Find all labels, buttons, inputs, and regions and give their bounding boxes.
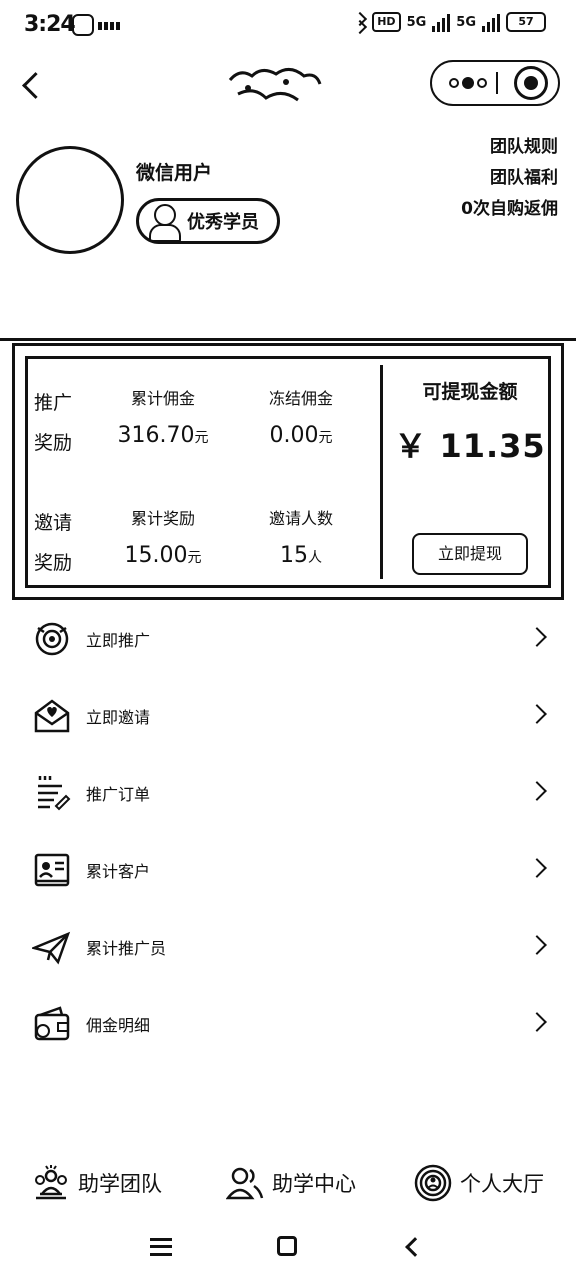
menu-item-label: 推广订单 xyxy=(86,785,151,804)
capsule-divider xyxy=(496,72,498,94)
more-options-button[interactable] xyxy=(440,62,496,104)
student-icon xyxy=(147,202,181,242)
signal-icon-2 xyxy=(482,12,500,32)
close-mini-program-button[interactable] xyxy=(514,66,548,100)
bluetooth-icon xyxy=(352,12,366,32)
home-icon[interactable] xyxy=(277,1236,297,1256)
promote-icon xyxy=(35,622,69,656)
mini-program-capsule xyxy=(430,60,560,106)
team-benefits-link[interactable]: 团队福利 xyxy=(461,163,558,194)
system-navigation-bar xyxy=(0,1216,576,1280)
stats-card: 推广 奖励 累计佣金 316.70元 冻结佣金 0.00元 邀请 奖励 累计奖励… xyxy=(12,343,564,600)
profile-links: 团队规则 团队福利 0次自购返佣 xyxy=(461,132,558,225)
team-icon xyxy=(35,1165,67,1200)
profile-section: 微信用户 优秀学员 团队规则 团队福利 0次自购返佣 xyxy=(0,118,576,338)
menu-item-label: 累计推广员 xyxy=(86,939,167,958)
team-rules-link[interactable]: 团队规则 xyxy=(461,132,558,163)
menu-item-promote[interactable]: 立即推广 xyxy=(0,600,576,677)
back-button[interactable] xyxy=(14,66,54,106)
withdraw-button[interactable]: 立即提现 xyxy=(412,533,528,575)
menu-item-total-customers[interactable]: 累计客户 xyxy=(0,831,576,908)
menu-item-promotion-orders[interactable]: 推广订单 xyxy=(0,754,576,831)
network-type-2: 5G xyxy=(456,14,476,30)
avatar[interactable] xyxy=(16,146,124,254)
total-reward-value: 15.00元 xyxy=(124,543,202,568)
invite-title-line2: 奖励 xyxy=(34,552,73,574)
notification-dots-icon xyxy=(98,22,120,30)
chevron-right-icon xyxy=(527,935,547,955)
bottom-tab-bar: 助学团队 助学中心 个人大厅 xyxy=(0,1150,576,1216)
member-level-badge[interactable]: 优秀学员 xyxy=(136,198,280,244)
self-purchase-rebate-link[interactable]: 0次自购返佣 xyxy=(461,194,558,225)
tab-label: 个人大厅 xyxy=(460,1172,544,1196)
chevron-right-icon xyxy=(527,627,547,647)
chevron-right-icon xyxy=(527,858,547,878)
chevron-right-icon xyxy=(527,1012,547,1032)
recent-apps-icon[interactable] xyxy=(150,1238,172,1256)
menu-item-label: 立即推广 xyxy=(86,631,151,650)
promotion-title-line2: 奖励 xyxy=(34,432,73,454)
promotion-title-line1: 推广 xyxy=(34,392,73,414)
withdrawable-balance-label: 可提现金额 xyxy=(422,381,518,403)
invite-envelope-icon xyxy=(34,699,70,733)
tab-study-team[interactable]: 助学团队 xyxy=(32,1158,162,1208)
invite-title-line1: 邀请 xyxy=(34,512,73,534)
total-commission-label: 累计佣金 xyxy=(130,389,195,408)
menu-item-label: 佣金明细 xyxy=(86,1016,151,1035)
tab-label: 助学团队 xyxy=(78,1172,162,1196)
menu-item-label: 立即邀请 xyxy=(86,708,151,727)
status-indicators: HD 5G 5G 57 xyxy=(352,12,546,32)
menu-item-total-promoters[interactable]: 累计推广员 xyxy=(0,908,576,985)
users-icon xyxy=(226,1167,264,1200)
chevron-right-icon xyxy=(527,704,547,724)
status-time: 3:24 xyxy=(24,12,76,37)
card-divider xyxy=(380,365,383,579)
header xyxy=(0,56,576,118)
battery-icon: 57 xyxy=(506,12,546,32)
network-type-1: 5G xyxy=(406,14,427,30)
target-icon xyxy=(414,1164,452,1202)
status-bar: 3:24 HD 5G 5G 57 xyxy=(0,0,576,56)
signal-icon xyxy=(432,12,451,32)
system-back-icon[interactable] xyxy=(405,1237,425,1257)
header-logo-icon xyxy=(228,68,322,102)
promotion-reward-title: 推广 奖励 xyxy=(34,383,80,463)
customer-card-icon xyxy=(34,853,70,887)
stats-inner: 推广 奖励 累计佣金 316.70元 冻结佣金 0.00元 邀请 奖励 累计奖励… xyxy=(25,356,551,588)
invite-count-label: 邀请人数 xyxy=(268,509,333,528)
user-name: 微信用户 xyxy=(136,162,213,184)
total-reward-label: 累计奖励 xyxy=(130,509,195,528)
withdrawable-balance-value: ￥ 11.35 xyxy=(394,427,546,465)
menu-list: 立即推广 立即邀请 推广订单 累计客户 累计推广员 佣金明细 xyxy=(0,600,576,1062)
chevron-right-icon xyxy=(527,781,547,801)
wallet-icon xyxy=(34,1006,70,1041)
order-list-icon xyxy=(38,776,71,811)
paper-plane-icon xyxy=(32,931,71,965)
member-level-label: 优秀学员 xyxy=(187,212,259,233)
lock-icon xyxy=(72,14,94,36)
hd-badge: HD xyxy=(372,12,401,32)
divider xyxy=(0,338,576,341)
tab-study-center[interactable]: 助学中心 xyxy=(226,1158,356,1208)
menu-item-invite[interactable]: 立即邀请 xyxy=(0,677,576,754)
frozen-commission-value: 0.00元 xyxy=(269,423,333,448)
total-commission-value: 316.70元 xyxy=(117,423,209,448)
tab-personal-hall[interactable]: 个人大厅 xyxy=(414,1158,544,1208)
menu-item-label: 累计客户 xyxy=(86,862,151,881)
menu-item-commission-details[interactable]: 佣金明细 xyxy=(0,985,576,1062)
invite-reward-title: 邀请 奖励 xyxy=(34,503,80,583)
frozen-commission-label: 冻结佣金 xyxy=(268,389,333,408)
tab-label: 助学中心 xyxy=(272,1172,356,1196)
invite-count-value: 15人 xyxy=(280,543,322,568)
